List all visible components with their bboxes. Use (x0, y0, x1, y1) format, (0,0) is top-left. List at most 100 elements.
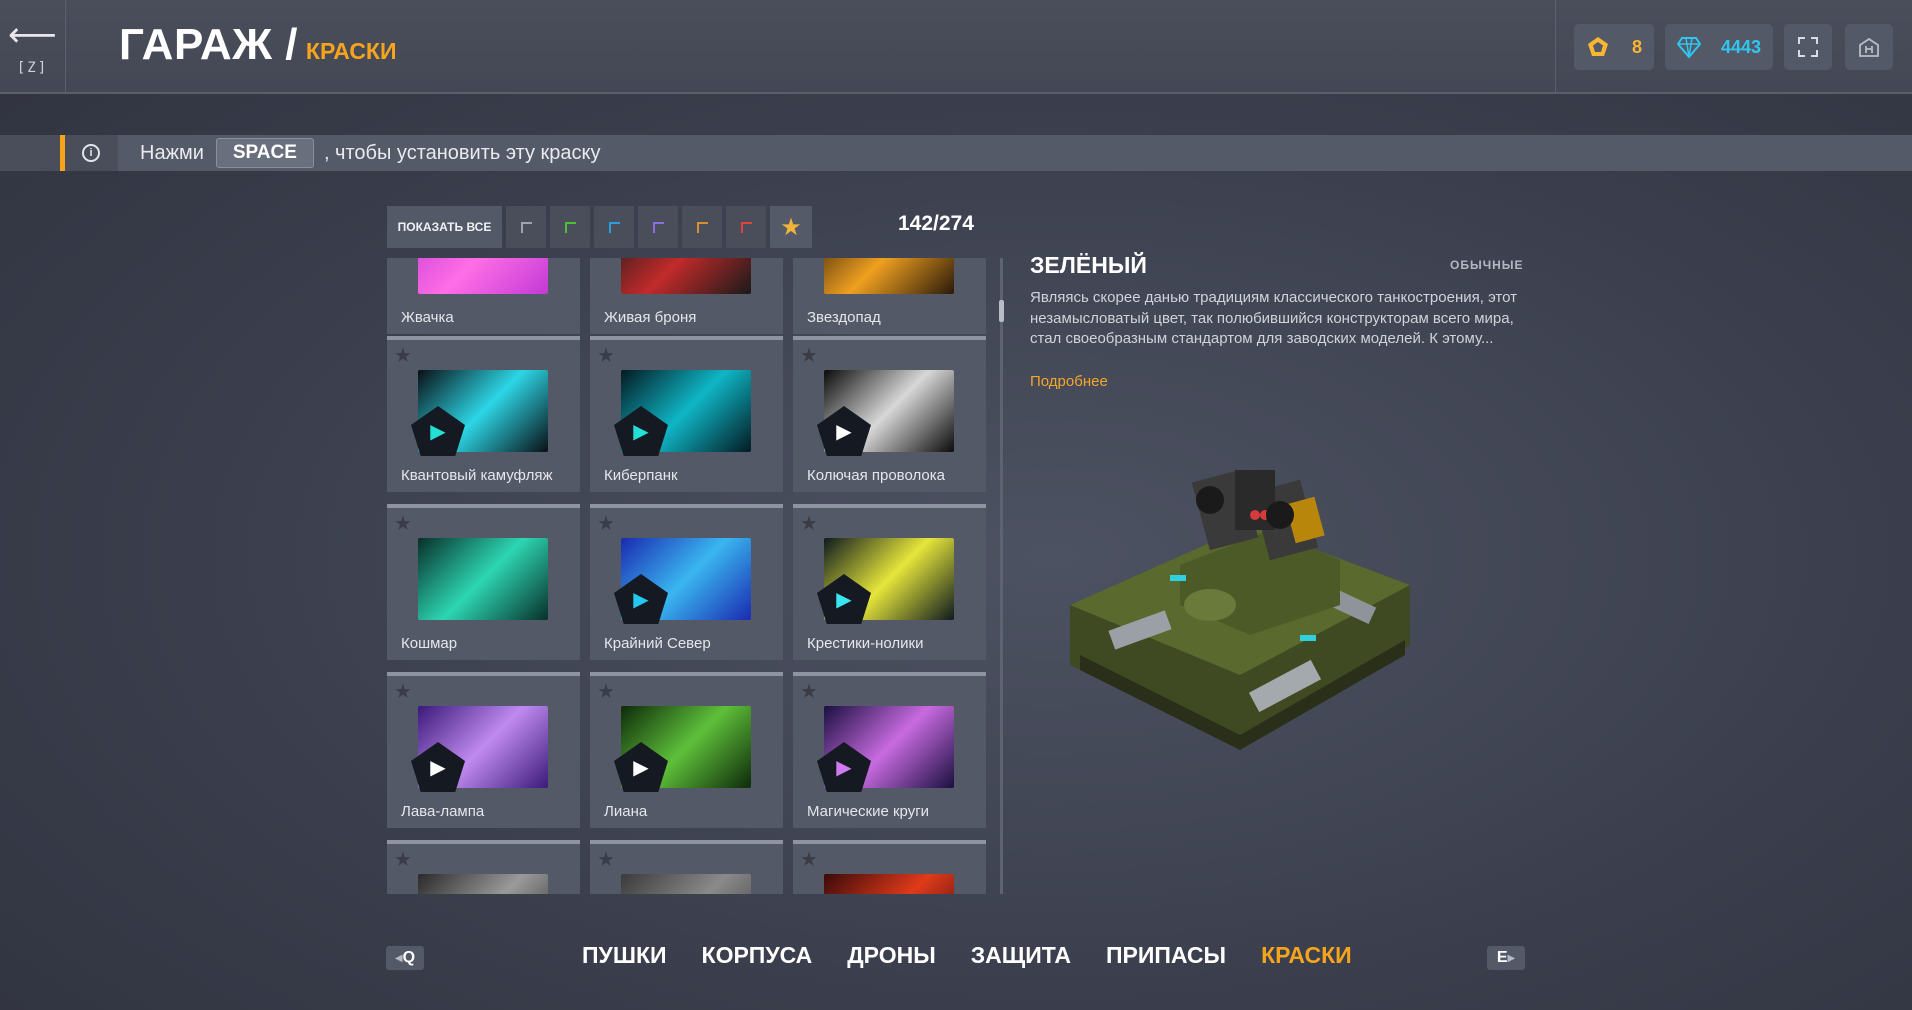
hint-bar: i Нажми SPACE , чтобы установить эту кра… (0, 135, 1912, 171)
show-all-button[interactable]: ПОКАЗАТЬ ВСЕ (387, 206, 502, 248)
back-hotkey: [Z] (16, 60, 49, 76)
paint-card[interactable]: ★ ▶ Крайний Север (590, 504, 783, 660)
fullscreen-icon (1798, 37, 1818, 57)
scrollbar-track[interactable] (1000, 258, 1003, 894)
tank-preview-image[interactable] (1050, 445, 1430, 765)
next-key-label: E (1496, 949, 1508, 966)
rarity-corner-icon (564, 221, 576, 233)
crystals-value: 8 (1631, 36, 1642, 57)
favorite-star-icon[interactable]: ★ (394, 682, 412, 702)
favorite-star-icon[interactable]: ★ (597, 682, 615, 702)
hint-after: , чтобы установить эту краску (323, 141, 601, 164)
paint-name: Квантовый камуфляж (401, 467, 553, 484)
rarity-filter-button[interactable] (726, 206, 766, 248)
paint-name: Жвачка (401, 309, 454, 326)
paint-card[interactable]: ★ ▶ Квантовый камуфляж (387, 336, 580, 492)
rarity-filter-button[interactable] (550, 206, 590, 248)
paint-name: Крестики-нолики (807, 635, 924, 652)
tab-0[interactable]: ПУШКИ (582, 942, 667, 969)
more-link[interactable]: Подробнее (1030, 373, 1108, 390)
paint-thumbnail (621, 874, 751, 894)
prev-triangle-icon: ◀ (394, 952, 403, 964)
favorite-star-icon[interactable]: ★ (394, 850, 412, 870)
favorite-star-icon[interactable]: ★ (597, 346, 615, 366)
tab-4[interactable]: ПРИПАСЫ (1106, 942, 1226, 969)
paint-name: Магические круги (807, 803, 930, 820)
favorites-filter-button[interactable]: ★ (770, 206, 812, 248)
hint-before: Нажми (140, 141, 204, 164)
paint-card[interactable]: ★ ▶ Лиана (590, 672, 783, 828)
paint-card[interactable]: ★ ▶ Колючая проволока (793, 336, 986, 492)
paint-name: Колючая проволока (807, 467, 945, 484)
top-header: ⟵ [Z] ГАРАЖ / КРАСКИ 8 4443 (0, 0, 1912, 94)
paint-thumbnail (621, 258, 751, 294)
page-title: ГАРАЖ / КРАСКИ (119, 20, 397, 76)
home-icon (1859, 37, 1879, 57)
detail-title: ЗЕЛЁНЫЙ (1030, 252, 1147, 278)
home-button[interactable] (1845, 24, 1893, 70)
paint-card[interactable]: ★ ▶ Магические круги (793, 672, 986, 828)
back-button[interactable]: ⟵ [Z] (0, 0, 66, 94)
crystals-counter[interactable]: 8 (1574, 24, 1654, 70)
back-arrow-icon: ⟵ (8, 16, 57, 54)
paint-name: Лиана (604, 803, 648, 820)
tab-2[interactable]: ДРОНЫ (847, 942, 935, 969)
paint-card[interactable]: ★Живая броня (590, 258, 783, 334)
detail-rarity: ОБЫЧНЫЕ (1450, 258, 1524, 272)
paint-name: Звездопад (807, 309, 881, 326)
paint-thumbnail (418, 258, 548, 294)
paint-name: Киберпанк (604, 467, 678, 484)
tab-3[interactable]: ЗАЩИТА (971, 942, 1071, 969)
rarity-filters (502, 206, 766, 248)
paint-thumbnail (824, 258, 954, 294)
filter-bar: ПОКАЗАТЬ ВСЕ ★ (387, 206, 812, 248)
favorite-star-icon[interactable]: ★ (800, 514, 818, 534)
paint-card[interactable]: ★ ▶ Киберпанк (590, 336, 783, 492)
paint-card[interactable]: ★ (387, 840, 580, 894)
prev-tab-key[interactable]: ◀ Q (386, 946, 424, 970)
paint-card[interactable]: ★Звездопад (793, 258, 986, 334)
rarity-corner-icon (652, 221, 664, 233)
diamonds-value: 4443 (1720, 36, 1761, 57)
paint-card[interactable]: ★ Кошмар (387, 504, 580, 660)
paint-card[interactable]: ★Жвачка (387, 258, 580, 334)
paint-card[interactable]: ★ (590, 840, 783, 894)
rarity-corner-icon (696, 221, 708, 233)
hint-text: Нажми SPACE , чтобы установить эту краск… (140, 135, 601, 171)
paint-card[interactable]: ★ ▶ Лава-лампа (387, 672, 580, 828)
favorite-star-icon[interactable]: ★ (800, 346, 818, 366)
favorite-star-icon[interactable]: ★ (800, 682, 818, 702)
header-right: 8 4443 (1555, 0, 1912, 94)
rarity-filter-button[interactable] (594, 206, 634, 248)
rarity-filter-button[interactable] (506, 206, 546, 248)
scrollbar-thumb[interactable] (999, 300, 1004, 322)
rarity-filter-button[interactable] (682, 206, 722, 248)
tab-1[interactable]: КОРПУСА (702, 942, 813, 969)
diamonds-counter[interactable]: 4443 (1665, 24, 1773, 70)
next-tab-key[interactable]: E ▶ (1487, 946, 1525, 970)
favorite-star-icon[interactable]: ★ (800, 850, 818, 870)
tab-5[interactable]: КРАСКИ (1261, 942, 1352, 969)
paint-thumbnail (418, 538, 548, 620)
info-icon: i (82, 144, 100, 162)
diamond-icon (1677, 37, 1701, 58)
paint-name: Кошмар (401, 635, 458, 652)
prev-key-label: Q (402, 949, 416, 966)
favorite-star-icon[interactable]: ★ (597, 850, 615, 870)
next-triangle-icon: ▶ (1507, 952, 1516, 964)
paint-card[interactable]: ★ (793, 840, 986, 894)
rarity-filter-button[interactable] (638, 206, 678, 248)
favorite-star-icon[interactable]: ★ (597, 514, 615, 534)
favorite-star-icon[interactable]: ★ (394, 346, 412, 366)
rarity-corner-icon (740, 221, 752, 233)
paints-grid: ★Жвачка★Живая броня★Звездопад★▶Квантовый… (387, 258, 990, 894)
fullscreen-button[interactable] (1784, 24, 1832, 70)
favorite-star-icon[interactable]: ★ (394, 514, 412, 534)
items-count: 142/274 (898, 212, 974, 235)
paint-name: Крайний Север (604, 635, 711, 652)
page-title-main: ГАРАЖ / (119, 20, 298, 69)
rarity-corner-icon (520, 221, 532, 233)
paint-thumbnail (824, 874, 954, 894)
paint-card[interactable]: ★ ▶ Крестики-нолики (793, 504, 986, 660)
category-tabs: ПУШКИ КОРПУСА ДРОНЫ ЗАЩИТА ПРИПАСЫ КРАСКИ (582, 942, 1387, 969)
